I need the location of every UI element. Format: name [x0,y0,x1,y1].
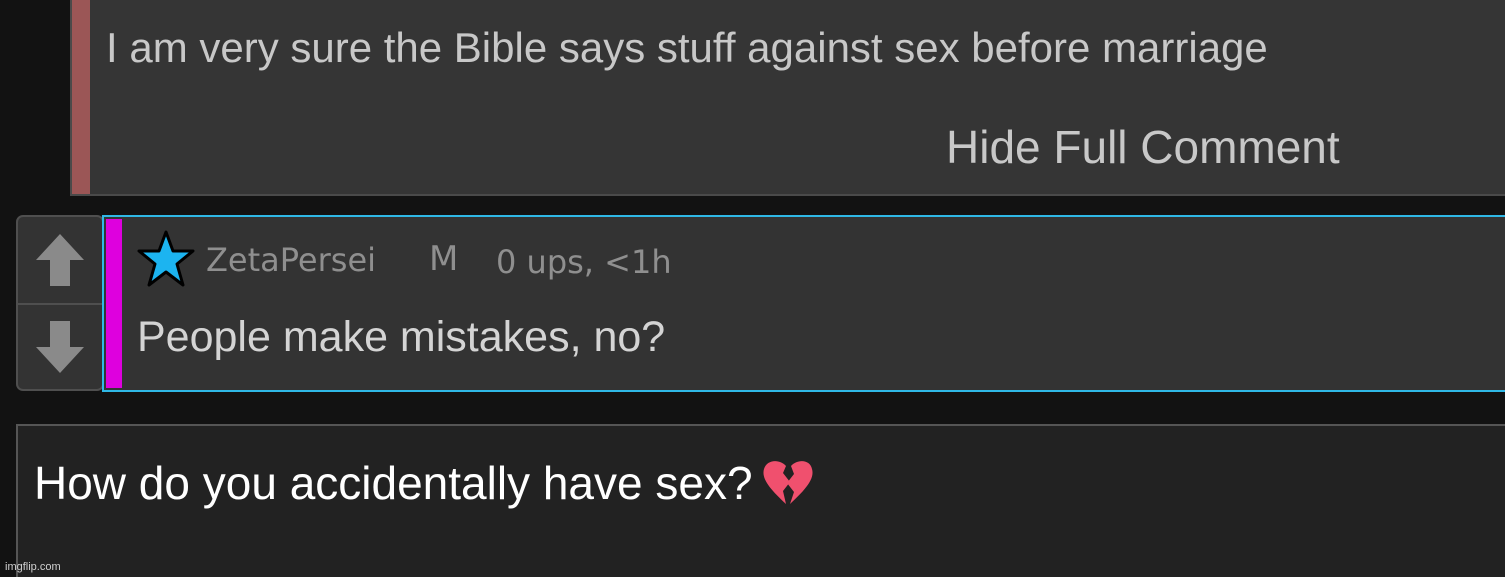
comment-thread: I am very sure the Bible says stuff agai… [0,0,1505,577]
comment-input-value: How do you accidentally have sex? [34,457,753,509]
parent-comment: I am very sure the Bible says stuff agai… [70,0,1505,196]
reply-comment-stripe [106,219,122,388]
hide-full-comment-link[interactable]: Hide Full Comment [946,120,1340,174]
arrow-down-icon [36,321,84,373]
upvote-button[interactable] [18,217,102,305]
comment-input[interactable]: How do you accidentally have sex? [16,424,1505,577]
parent-comment-text: I am very sure the Bible says stuff agai… [106,24,1268,71]
comment-input-text: How do you accidentally have sex? [34,456,815,510]
downvote-button[interactable] [18,304,102,390]
watermark: imgflip.com [5,561,61,573]
arrow-up-icon [36,234,84,286]
reply-comment-text: People make mistakes, no? [137,313,666,361]
comment-meta: 0 ups, <1h [496,243,672,281]
parent-comment-stripe [72,0,90,194]
vote-box [16,215,104,391]
reply-comment: ZetaPersei M 0 ups, <1h People make mist… [102,215,1505,392]
user-gender-label: M [429,239,459,279]
star-icon [137,230,195,287]
broken-heart-icon [762,461,813,504]
comment-username[interactable]: ZetaPersei [206,241,376,279]
